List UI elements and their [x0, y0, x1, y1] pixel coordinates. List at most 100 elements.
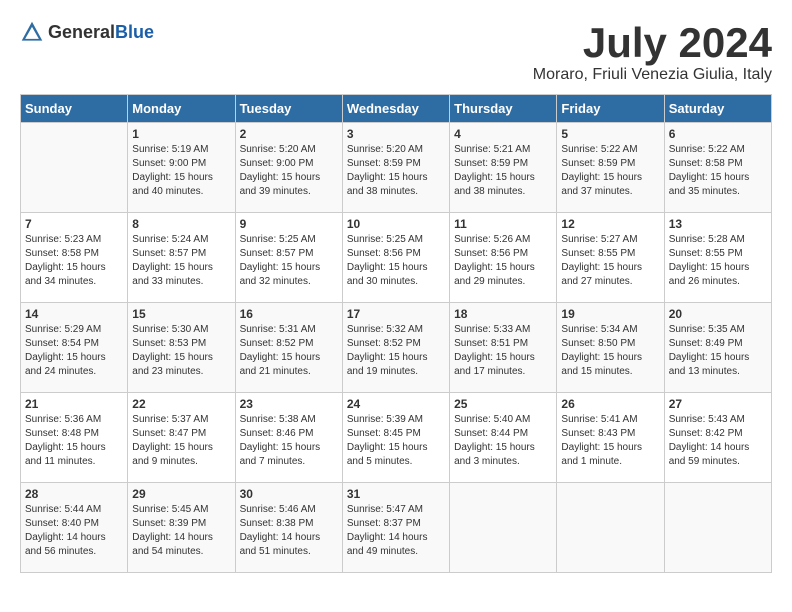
day-number: 29 — [132, 487, 230, 501]
day-number: 21 — [25, 397, 123, 411]
day-number: 1 — [132, 127, 230, 141]
day-info: Sunrise: 5:33 AM Sunset: 8:51 PM Dayligh… — [454, 323, 552, 379]
day-number: 28 — [25, 487, 123, 501]
day-number: 11 — [454, 217, 552, 231]
calendar-cell: 2 Sunrise: 5:20 AM Sunset: 9:00 PM Daylig… — [235, 123, 342, 213]
day-info: Sunrise: 5:45 AM Sunset: 8:39 PM Dayligh… — [132, 503, 230, 559]
month-year-title: July 2024 — [533, 20, 772, 66]
calendar-cell: 13Sunrise: 5:28 AM Sunset: 8:55 PM Dayli… — [664, 213, 771, 303]
day-number: 2 — [240, 127, 338, 141]
calendar-cell: 10Sunrise: 5:25 AM Sunset: 8:56 PM Dayli… — [342, 213, 449, 303]
calendar-cell: 9 Sunrise: 5:25 AM Sunset: 8:57 PM Daylig… — [235, 213, 342, 303]
col-header-saturday: Saturday — [664, 95, 771, 123]
calendar-cell: 26Sunrise: 5:41 AM Sunset: 8:43 PM Dayli… — [557, 393, 664, 483]
day-info: Sunrise: 5:32 AM Sunset: 8:52 PM Dayligh… — [347, 323, 445, 379]
day-number: 10 — [347, 217, 445, 231]
calendar-cell: 28 Sunrise: 5:44 AM Sunset: 8:40 PM Dayli… — [21, 483, 128, 573]
day-number: 14 — [25, 307, 123, 321]
logo: GeneralBlue — [20, 20, 154, 44]
page-header: GeneralBlue July 2024 Moraro, Friuli Ven… — [20, 20, 772, 84]
col-header-wednesday: Wednesday — [342, 95, 449, 123]
day-number: 12 — [561, 217, 659, 231]
col-header-thursday: Thursday — [450, 95, 557, 123]
calendar-cell: 14Sunrise: 5:29 AM Sunset: 8:54 PM Dayli… — [21, 303, 128, 393]
calendar-table: SundayMondayTuesdayWednesdayThursdayFrid… — [20, 94, 772, 573]
day-info: Sunrise: 5:46 AM Sunset: 8:38 PM Dayligh… — [240, 503, 338, 559]
day-number: 30 — [240, 487, 338, 501]
day-number: 17 — [347, 307, 445, 321]
day-info: Sunrise: 5:43 AM Sunset: 8:42 PM Dayligh… — [669, 413, 767, 469]
logo-text-blue: Blue — [115, 22, 154, 42]
day-number: 24 — [347, 397, 445, 411]
calendar-cell: 3 Sunrise: 5:20 AM Sunset: 8:59 PM Daylig… — [342, 123, 449, 213]
calendar-cell: 11 Sunrise: 5:26 AM Sunset: 8:56 PM Dayli… — [450, 213, 557, 303]
col-header-tuesday: Tuesday — [235, 95, 342, 123]
calendar-cell: 21 Sunrise: 5:36 AM Sunset: 8:48 PM Dayli… — [21, 393, 128, 483]
calendar-cell — [450, 483, 557, 573]
day-number: 19 — [561, 307, 659, 321]
day-number: 8 — [132, 217, 230, 231]
calendar-week-row: 14Sunrise: 5:29 AM Sunset: 8:54 PM Dayli… — [21, 303, 772, 393]
day-info: Sunrise: 5:36 AM Sunset: 8:48 PM Dayligh… — [25, 413, 123, 469]
day-number: 22 — [132, 397, 230, 411]
day-info: Sunrise: 5:38 AM Sunset: 8:46 PM Dayligh… — [240, 413, 338, 469]
day-info: Sunrise: 5:44 AM Sunset: 8:40 PM Dayligh… — [25, 503, 123, 559]
calendar-cell: 8 Sunrise: 5:24 AM Sunset: 8:57 PM Daylig… — [128, 213, 235, 303]
day-info: Sunrise: 5:28 AM Sunset: 8:55 PM Dayligh… — [669, 233, 767, 289]
location-subtitle: Moraro, Friuli Venezia Giulia, Italy — [533, 66, 772, 84]
day-info: Sunrise: 5:25 AM Sunset: 8:57 PM Dayligh… — [240, 233, 338, 289]
calendar-cell: 16 Sunrise: 5:31 AM Sunset: 8:52 PM Dayli… — [235, 303, 342, 393]
calendar-cell: 20Sunrise: 5:35 AM Sunset: 8:49 PM Dayli… — [664, 303, 771, 393]
day-number: 25 — [454, 397, 552, 411]
calendar-cell — [21, 123, 128, 213]
day-info: Sunrise: 5:20 AM Sunset: 9:00 PM Dayligh… — [240, 143, 338, 199]
col-header-monday: Monday — [128, 95, 235, 123]
day-number: 5 — [561, 127, 659, 141]
day-number: 23 — [240, 397, 338, 411]
calendar-cell: 6Sunrise: 5:22 AM Sunset: 8:58 PM Daylig… — [664, 123, 771, 213]
calendar-cell: 24 Sunrise: 5:39 AM Sunset: 8:45 PM Dayli… — [342, 393, 449, 483]
calendar-cell: 27 Sunrise: 5:43 AM Sunset: 8:42 PM Dayli… — [664, 393, 771, 483]
calendar-cell: 18Sunrise: 5:33 AM Sunset: 8:51 PM Dayli… — [450, 303, 557, 393]
day-number: 27 — [669, 397, 767, 411]
calendar-cell — [557, 483, 664, 573]
day-info: Sunrise: 5:26 AM Sunset: 8:56 PM Dayligh… — [454, 233, 552, 289]
title-block: July 2024 Moraro, Friuli Venezia Giulia,… — [533, 20, 772, 84]
day-info: Sunrise: 5:41 AM Sunset: 8:43 PM Dayligh… — [561, 413, 659, 469]
day-info: Sunrise: 5:40 AM Sunset: 8:44 PM Dayligh… — [454, 413, 552, 469]
calendar-header-row: SundayMondayTuesdayWednesdayThursdayFrid… — [21, 95, 772, 123]
calendar-cell: 1Sunrise: 5:19 AM Sunset: 9:00 PM Daylig… — [128, 123, 235, 213]
logo-text-general: General — [48, 22, 115, 42]
calendar-cell: 31 Sunrise: 5:47 AM Sunset: 8:37 PM Dayli… — [342, 483, 449, 573]
calendar-cell: 4Sunrise: 5:21 AM Sunset: 8:59 PM Daylig… — [450, 123, 557, 213]
day-number: 20 — [669, 307, 767, 321]
calendar-cell — [664, 483, 771, 573]
day-info: Sunrise: 5:22 AM Sunset: 8:59 PM Dayligh… — [561, 143, 659, 199]
calendar-cell: 17 Sunrise: 5:32 AM Sunset: 8:52 PM Dayli… — [342, 303, 449, 393]
day-info: Sunrise: 5:24 AM Sunset: 8:57 PM Dayligh… — [132, 233, 230, 289]
day-number: 7 — [25, 217, 123, 231]
day-number: 9 — [240, 217, 338, 231]
day-info: Sunrise: 5:23 AM Sunset: 8:58 PM Dayligh… — [25, 233, 123, 289]
day-info: Sunrise: 5:39 AM Sunset: 8:45 PM Dayligh… — [347, 413, 445, 469]
calendar-week-row: 1Sunrise: 5:19 AM Sunset: 9:00 PM Daylig… — [21, 123, 772, 213]
calendar-cell: 7 Sunrise: 5:23 AM Sunset: 8:58 PM Daylig… — [21, 213, 128, 303]
day-number: 6 — [669, 127, 767, 141]
day-info: Sunrise: 5:34 AM Sunset: 8:50 PM Dayligh… — [561, 323, 659, 379]
day-info: Sunrise: 5:31 AM Sunset: 8:52 PM Dayligh… — [240, 323, 338, 379]
day-info: Sunrise: 5:30 AM Sunset: 8:53 PM Dayligh… — [132, 323, 230, 379]
calendar-cell: 12 Sunrise: 5:27 AM Sunset: 8:55 PM Dayli… — [557, 213, 664, 303]
logo-icon — [20, 20, 44, 44]
day-info: Sunrise: 5:37 AM Sunset: 8:47 PM Dayligh… — [132, 413, 230, 469]
calendar-cell: 23 Sunrise: 5:38 AM Sunset: 8:46 PM Dayli… — [235, 393, 342, 483]
day-info: Sunrise: 5:27 AM Sunset: 8:55 PM Dayligh… — [561, 233, 659, 289]
day-number: 16 — [240, 307, 338, 321]
calendar-cell: 15Sunrise: 5:30 AM Sunset: 8:53 PM Dayli… — [128, 303, 235, 393]
day-number: 31 — [347, 487, 445, 501]
day-number: 3 — [347, 127, 445, 141]
calendar-cell: 29 Sunrise: 5:45 AM Sunset: 8:39 PM Dayli… — [128, 483, 235, 573]
calendar-week-row: 21 Sunrise: 5:36 AM Sunset: 8:48 PM Dayli… — [21, 393, 772, 483]
day-info: Sunrise: 5:47 AM Sunset: 8:37 PM Dayligh… — [347, 503, 445, 559]
day-info: Sunrise: 5:20 AM Sunset: 8:59 PM Dayligh… — [347, 143, 445, 199]
col-header-friday: Friday — [557, 95, 664, 123]
